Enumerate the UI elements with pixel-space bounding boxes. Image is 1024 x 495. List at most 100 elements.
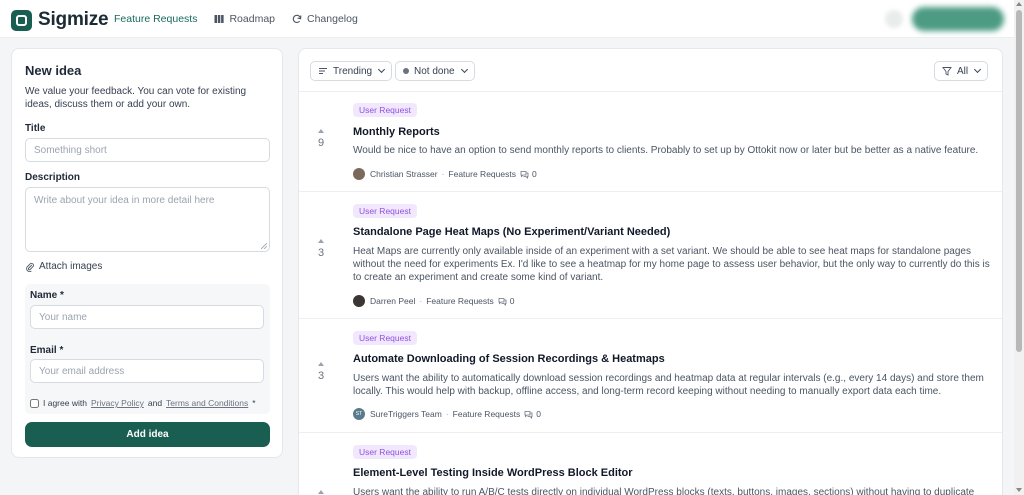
agree-terms: I agree with Privacy Policy and Terms an… (30, 398, 256, 408)
idea-tag: User Request (353, 103, 417, 117)
page-scrollbar[interactable] (1014, 0, 1024, 495)
scroll-thumb[interactable] (1016, 10, 1022, 352)
meta-separator: · (441, 169, 445, 179)
resize-grip-icon[interactable] (261, 243, 267, 249)
blurred-account-button[interactable] (912, 7, 1004, 31)
status-value: Not done (414, 65, 455, 77)
idea-meta: Darren Peel · Feature Requests 0 (353, 295, 515, 307)
sort-dropdown[interactable]: Trending (310, 61, 393, 81)
comment-icon (520, 170, 529, 179)
meta-separator: · (445, 409, 449, 419)
vote-count: 3 (317, 370, 325, 382)
upvote-arrow-icon (318, 239, 324, 243)
description-input[interactable] (25, 187, 270, 252)
agree-checkbox[interactable] (30, 398, 39, 408)
idea-author: Darren Peel (370, 296, 416, 306)
upvote-button[interactable]: 3 (311, 362, 331, 382)
nav-roadmap[interactable]: Roadmap (214, 13, 275, 25)
idea-title[interactable]: Standalone Page Heat Maps (No Experiment… (353, 226, 670, 238)
upvote-button[interactable] (311, 490, 331, 494)
vote-count: 9 (317, 137, 325, 149)
upvote-button[interactable]: 9 (311, 129, 331, 149)
filter-funnel-icon (942, 67, 952, 76)
name-input[interactable] (30, 305, 264, 329)
nav-item-label: Feature Requests (114, 13, 198, 25)
nav-feature-requests[interactable]: Feature Requests (114, 13, 197, 25)
nav-item-label: Roadmap (229, 13, 275, 25)
idea-meta: Christian Strasser · Feature Requests 0 (353, 168, 537, 180)
idea-category: Feature Requests (426, 296, 494, 306)
nav-changelog[interactable]: Changelog (292, 13, 358, 25)
add-idea-button[interactable]: Add idea (25, 422, 270, 447)
idea-body: Users want the ability to automatically … (353, 373, 984, 397)
agree-and: and (147, 398, 163, 408)
agree-prefix: I agree with (43, 398, 87, 408)
idea-card[interactable]: User Request Element-Level Testing Insid… (299, 432, 1002, 495)
comment-count-value: 0 (531, 169, 537, 179)
main-nav: Feature Requests Roadmap Changelog (114, 13, 358, 25)
title-label: Title (25, 123, 46, 134)
comments-count[interactable]: 0 (524, 409, 541, 419)
idea-title[interactable]: Element-Level Testing Inside WordPress B… (353, 467, 633, 479)
chevron-down-icon (974, 65, 982, 74)
idea-card[interactable]: 3 User Request Standalone Page Heat Maps… (299, 191, 1002, 318)
terms-link[interactable]: Terms and Conditions (166, 398, 248, 408)
brand-logo[interactable]: Sigmize (11, 9, 109, 31)
email-input[interactable] (30, 359, 264, 383)
agree-required-mark: * (252, 398, 256, 408)
meta-separator: · (419, 296, 423, 306)
blurred-avatar[interactable] (885, 10, 903, 28)
logo-icon (11, 9, 32, 31)
chevron-down-icon (378, 65, 386, 74)
idea-meta: ST SureTriggers Team · Feature Requests … (353, 408, 541, 420)
description-label: Description (25, 172, 81, 183)
idea-author: Christian Strasser (370, 169, 438, 179)
privacy-policy-link[interactable]: Privacy Policy (91, 398, 144, 408)
comment-icon (524, 410, 533, 419)
status-dot-icon (403, 68, 409, 74)
scroll-down-arrow[interactable] (1016, 488, 1022, 492)
comment-icon (498, 297, 507, 306)
idea-body: Users want the ability to run A/B/C test… (353, 487, 975, 495)
sort-value: Trending (333, 65, 373, 77)
title-input[interactable] (25, 138, 270, 162)
email-label: Email * (30, 345, 64, 356)
upvote-button[interactable]: 3 (311, 239, 331, 259)
idea-author: SureTriggers Team (370, 409, 442, 419)
ideas-list-panel: Trending Not done All 9 User Request Mon… (298, 48, 1003, 495)
idea-title[interactable]: Automate Downloading of Session Recordin… (353, 353, 665, 365)
idea-title[interactable]: Monthly Reports (353, 126, 440, 138)
comments-count[interactable]: 0 (498, 296, 515, 306)
idea-tag: User Request (353, 445, 417, 459)
attach-images-button[interactable]: Attach images (25, 261, 102, 272)
name-label: Name * (30, 290, 64, 301)
idea-tag: User Request (353, 204, 417, 218)
scope-filter-dropdown[interactable]: All (934, 61, 989, 81)
idea-category: Feature Requests (448, 169, 516, 179)
new-idea-panel: New idea We value your feedback. You can… (11, 48, 283, 458)
comment-count-value: 0 (509, 296, 515, 306)
chevron-down-icon (460, 65, 468, 74)
new-idea-description: We value your feedback. You can vote for… (25, 86, 247, 110)
top-navigation: Sigmize Feature Requests Roadmap Changel… (0, 0, 1014, 38)
sort-icon (319, 68, 327, 74)
paperclip-icon (26, 262, 34, 272)
status-dropdown[interactable]: Not done (395, 61, 475, 81)
upvote-arrow-icon (318, 129, 324, 133)
idea-body: Would be nice to have an option to send … (353, 145, 979, 156)
nav-item-label: Changelog (307, 13, 358, 25)
contact-details-box: Name * Email * (25, 284, 270, 414)
vote-count: 3 (317, 247, 325, 259)
scope-value: All (957, 65, 969, 77)
idea-body: Heat Maps are currently only available i… (353, 246, 990, 283)
idea-card[interactable]: 9 User Request Monthly Reports Would be … (299, 91, 1002, 191)
attach-images-label: Attach images (39, 261, 103, 272)
author-avatar (353, 295, 365, 307)
roadmap-icon (214, 15, 225, 23)
idea-card[interactable]: 3 User Request Automate Downloading of S… (299, 318, 1002, 432)
scroll-up-arrow[interactable] (1016, 2, 1022, 6)
idea-category: Feature Requests (452, 409, 521, 419)
refresh-icon (292, 14, 302, 24)
upvote-arrow-icon (318, 490, 324, 494)
comments-count[interactable]: 0 (520, 169, 537, 179)
